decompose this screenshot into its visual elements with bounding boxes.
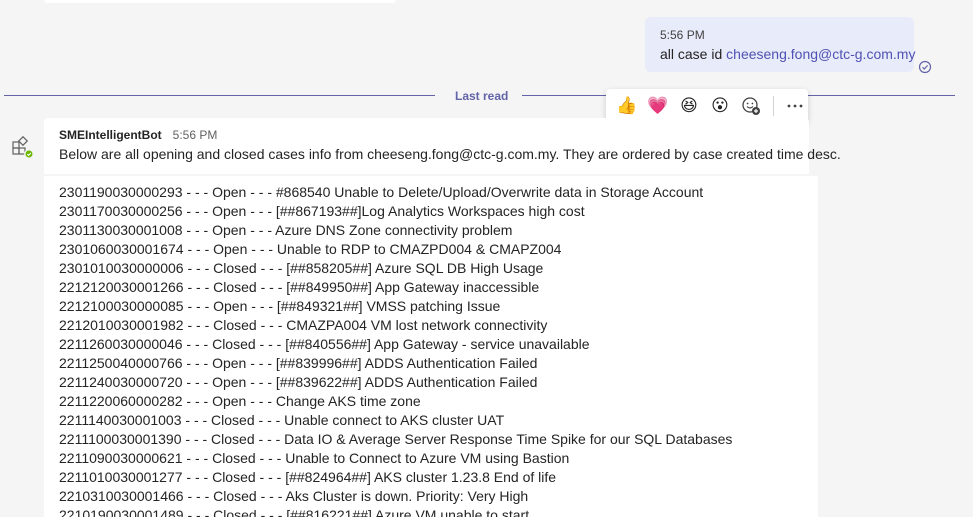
bot-message-header: SMEIntelligentBot 5:56 PM	[59, 128, 809, 142]
case-line: 2212100030000085 - - - Open - - - [##849…	[59, 298, 501, 314]
laughing-icon[interactable]: 😆	[676, 93, 702, 119]
read-receipt-icon	[918, 60, 932, 74]
my-message-bubble[interactable]: 5:56 PM all case id cheeseng.fong@ctc-g.…	[645, 17, 915, 72]
case-line: 2211100030001390 - - - Closed - - - Data…	[59, 431, 733, 447]
case-line: 2210190030001489 - - - Closed - - - [##8…	[59, 507, 530, 517]
case-line: 2301170030000256 - - - Open - - - [##867…	[59, 203, 585, 219]
case-line: 2211250040000766 - - - Open - - - [##839…	[59, 355, 538, 371]
case-line: 2301190030000293 - - - Open - - - #86854…	[59, 184, 704, 200]
case-line: 2301060030001674 - - - Open - - - Unable…	[59, 241, 562, 257]
add-reaction-icon[interactable]	[738, 93, 764, 119]
email-link[interactable]: cheeseng.fong@ctc-g.com.my	[726, 46, 915, 62]
case-line: 2211140030001003 - - - Closed - - - Unab…	[59, 412, 505, 428]
case-line: 2212120030001266 - - - Closed - - - [##8…	[59, 279, 540, 295]
last-read-label: Last read	[455, 89, 509, 103]
my-message-time: 5:56 PM	[660, 28, 705, 42]
my-message-body: all case id	[660, 46, 727, 62]
reaction-separator	[773, 96, 774, 116]
case-line: 2211240030000720 - - - Open - - - [##839…	[59, 374, 538, 390]
bot-avatar-icon[interactable]	[10, 135, 34, 159]
my-message-text: all case id cheeseng.fong@ctc-g.com.my	[660, 46, 915, 62]
case-line: 2301130030001008 - - - Open - - - Azure …	[59, 222, 513, 238]
bot-name[interactable]: SMEIntelligentBot	[59, 128, 162, 142]
case-line: 2211090030000621 - - - Closed - - - Unab…	[59, 450, 570, 466]
case-line: 2212010030001982 - - - Closed - - - CMAZ…	[59, 317, 548, 333]
case-line: 2211220060000282 - - - Open - - - Change…	[59, 393, 421, 409]
last-read-divider-far-right	[808, 95, 955, 96]
bot-message-time: 5:56 PM	[172, 128, 218, 142]
case-line: 2210310030001466 - - - Closed - - - Aks …	[59, 488, 529, 504]
smiley-plus-icon	[742, 97, 760, 115]
more-options-button[interactable]	[782, 93, 808, 119]
case-line: 2211260030000046 - - - Closed - - - [##8…	[59, 336, 590, 352]
case-list-card: 2301190030000293 - - - Open - - - #86854…	[44, 176, 818, 517]
last-read-divider-left	[4, 95, 435, 96]
thumbs-up-icon[interactable]: 👍	[614, 93, 640, 119]
last-read-divider-right	[522, 95, 608, 96]
bot-intro-text: Below are all opening and closed cases i…	[59, 146, 841, 162]
surprised-icon[interactable]: 😮	[707, 93, 733, 119]
case-line: 2211010030001277 - - - Closed - - - [##8…	[59, 469, 557, 485]
ellipsis-icon	[787, 104, 803, 108]
bot-message-card[interactable]: SMEIntelligentBot 5:56 PM Below are all …	[44, 118, 841, 174]
previous-message-bubble	[44, 0, 396, 3]
heart-icon[interactable]: 💗	[645, 93, 671, 119]
case-line: 2301010030000006 - - - Closed - - - [##8…	[59, 260, 544, 276]
